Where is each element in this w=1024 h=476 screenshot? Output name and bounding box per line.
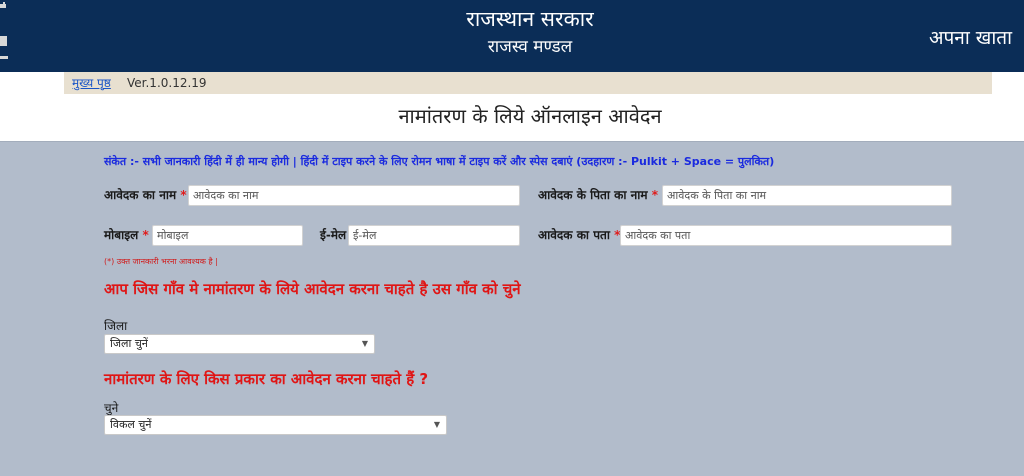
application-type-select[interactable]: विकल चुनें ▼ <box>104 415 447 435</box>
application-form: संकेत :- सभी जानकारी हिंदी में ही मान्य … <box>0 141 1024 476</box>
email-label: ई-मेल <box>320 228 347 242</box>
applicant-name-label: आवेदक का नाम * <box>104 188 187 202</box>
mobile-input[interactable] <box>152 225 303 246</box>
chevron-down-icon: ▼ <box>433 420 440 429</box>
district-label: जिला <box>104 319 128 333</box>
nav-bar: मुख्य पृष्ठ Ver.1.0.12.19 <box>64 72 992 94</box>
required-hint: (*) उक्त जानकारी भरना आवश्यक है | <box>104 257 218 266</box>
father-name-input[interactable] <box>662 185 952 206</box>
site-header: राजस्थान सरकार राजस्व मण्डल अपना खाता <box>0 0 1024 72</box>
header-title: राजस्थान सरकार <box>466 7 594 31</box>
required-mark: * <box>142 228 149 242</box>
page-title: नामांतरण के लिये ऑनलाइन आवेदन <box>398 104 662 128</box>
my-account-link[interactable]: अपना खाता <box>929 25 1012 51</box>
choose-label: चुने <box>104 401 119 415</box>
applicant-name-input[interactable] <box>188 185 520 206</box>
mobile-label: मोबाइल * <box>104 228 149 242</box>
header-subtitle: राजस्व मण्डल <box>487 37 573 57</box>
required-mark: * <box>651 188 659 202</box>
chevron-down-icon: ▼ <box>361 339 368 348</box>
address-label: आवेदक का पता * <box>538 228 621 242</box>
typing-notice: संकेत :- सभी जानकारी हिंदी में ही मान्य … <box>104 155 775 168</box>
version-label: Ver.1.0.12.19 <box>127 76 207 90</box>
type-section-title: नामांतरण के लिए किस प्रकार का आवेदन करना… <box>104 370 429 388</box>
required-mark: * <box>180 188 187 202</box>
home-link[interactable]: मुख्य पृष्ठ <box>72 72 111 94</box>
address-input[interactable] <box>620 225 952 246</box>
village-section-title: आप जिस गाँव मे नामांतरण के लिये आवेदन कर… <box>104 280 521 298</box>
district-select[interactable]: जिला चुनें ▼ <box>104 334 375 354</box>
email-input[interactable] <box>348 225 520 246</box>
father-name-label: आवेदक के पिता का नाम * <box>538 188 659 202</box>
